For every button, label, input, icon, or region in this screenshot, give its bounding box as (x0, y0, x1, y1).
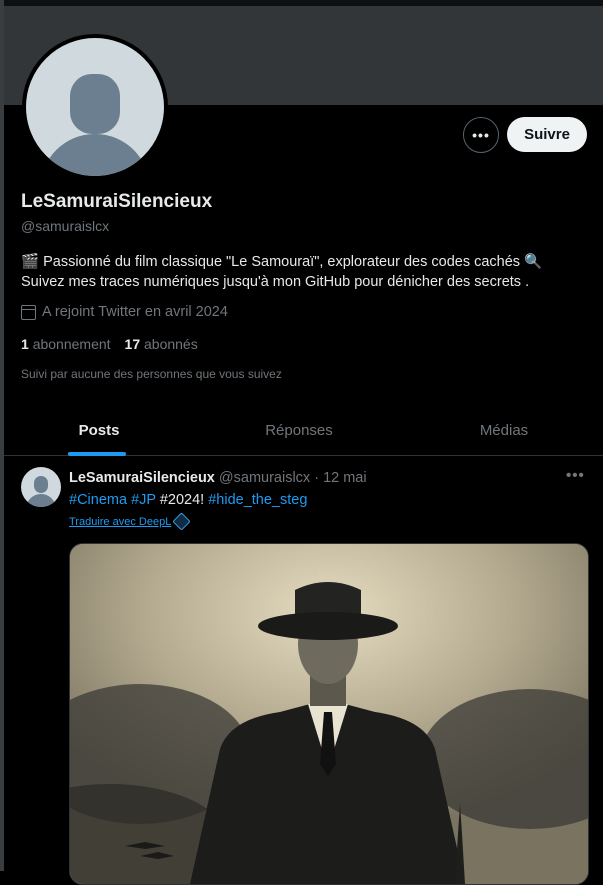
tab-media[interactable]: Médias (444, 406, 564, 455)
profile-avatar[interactable] (22, 34, 168, 180)
following-label: abonnement (32, 336, 111, 352)
follow-stats: 1 abonnement 17 abonnés (21, 336, 198, 352)
bio-line-2: Suivez mes traces numériques jusqu'à mon… (21, 274, 530, 290)
hashtag-cinema[interactable]: #Cinema (69, 492, 127, 508)
post-date[interactable]: 12 mai (323, 470, 367, 486)
following-count: 1 (21, 336, 29, 352)
joined-text: A rejoint Twitter en avril 2024 (42, 304, 228, 320)
post-avatar-head-shape (34, 476, 48, 493)
hashtag-hide-the-steg[interactable]: #hide_the_steg (208, 492, 307, 508)
post-text: #Cinema #JP #2024! #hide_the_steg (69, 492, 307, 508)
joined-date: A rejoint Twitter en avril 2024 (21, 304, 228, 320)
following-link[interactable]: 1 abonnement (21, 336, 111, 352)
post-image[interactable] (69, 543, 589, 885)
post-separator: · (310, 470, 324, 486)
deepl-icon (172, 512, 192, 531)
profile-bio: 🎬 Passionné du film classique "Le Samour… (21, 252, 581, 292)
translate-link[interactable]: Traduire avec DeepL (69, 512, 192, 531)
noir-poster-illustration (70, 544, 588, 884)
followers-link[interactable]: 17 abonnés (125, 336, 198, 352)
active-tab-indicator (68, 452, 126, 456)
follow-button[interactable]: Suivre (507, 117, 587, 152)
post-author-avatar[interactable] (21, 467, 61, 507)
post-plain-text: #2024! (159, 492, 205, 508)
post-avatar-body-shape (26, 494, 56, 507)
tab-posts[interactable]: Posts (34, 406, 164, 455)
profile-handle: @samuraislcx (21, 218, 110, 234)
calendar-icon (21, 304, 36, 320)
avatar-body-shape (40, 134, 150, 176)
followers-count: 17 (124, 336, 141, 352)
avatar-head-shape (70, 74, 120, 134)
profile-tabs: Posts Réponses Médias (4, 406, 603, 456)
post-header: LeSamuraiSilencieux @samuraislcx · 12 ma… (69, 470, 367, 486)
post-author-name[interactable]: LeSamuraiSilencieux (69, 470, 215, 486)
hashtag-jp[interactable]: #JP (131, 492, 156, 508)
fedora-brim (258, 612, 398, 640)
post-more-icon[interactable]: ••• (566, 467, 585, 484)
post-author-handle[interactable]: @samuraislcx (219, 470, 310, 486)
translate-text: Traduire avec DeepL (69, 515, 172, 528)
profile-display-name: LeSamuraiSilencieux (21, 191, 213, 212)
followers-label: abonnés (144, 336, 198, 352)
more-options-button[interactable]: ••• (463, 117, 499, 153)
bio-line-1: 🎬 Passionné du film classique "Le Samour… (21, 254, 543, 270)
more-icon: ••• (472, 127, 490, 143)
tab-replies[interactable]: Réponses (234, 406, 364, 455)
followed-by-text: Suivi par aucune des personnes que vous … (21, 367, 282, 381)
